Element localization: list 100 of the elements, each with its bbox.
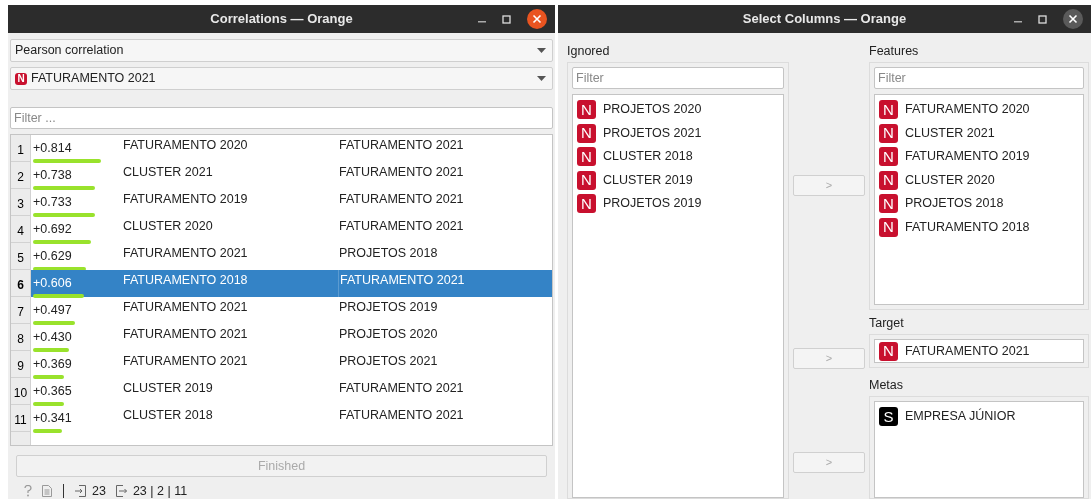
variable-type-icon: N [879,147,898,167]
correlation-bar [33,374,64,379]
variable-item[interactable]: N CLUSTER 2018 [573,145,783,169]
input-icon [75,485,86,497]
row-header[interactable]: 8 [11,324,31,351]
row-header[interactable]: 2 [11,162,31,189]
dropdown-caret-icon [537,48,546,53]
output-summary: 23 | 2 | 11 [132,482,188,499]
row-header[interactable]: 4 [11,216,31,243]
variable-type-icon: N [15,72,27,85]
filter-field[interactable]: Filter [572,67,784,89]
table-cell-text: FATURAMENTO 2021 [338,407,465,424]
row-header[interactable]: 7 [11,297,31,324]
correlation-value: +0.629 [33,248,73,265]
correlation-bar [33,293,84,298]
table-cell: FATURAMENTO 2021 [338,270,552,297]
table-cell-text: PROJETOS 2019 [338,299,439,316]
table-row[interactable]: +0.430 FATURAMENTO 2021 PROJETOS 2020 [31,324,552,351]
table-cell-text: FATURAMENTO 2021 [338,137,465,154]
section-label: Metas [869,377,905,394]
row-header[interactable]: 3 [11,189,31,216]
table-row[interactable]: +0.369 FATURAMENTO 2021 PROJETOS 2021 [31,351,552,378]
section-label: Features [869,43,920,60]
window-title: Select Columns — Orange [742,10,907,29]
variable-item[interactable]: N PROJETOS 2020 [573,98,783,122]
table-cell-text: FATURAMENTO 2021 [123,353,249,370]
variable-type-icon: N [577,147,596,167]
correlation-bar [33,266,86,271]
variable-type-icon: N [879,341,898,361]
variable-item[interactable]: N FATURAMENTO 2018 [875,215,1083,239]
table-row[interactable]: +0.733 FATURAMENTO 2019 FATURAMENTO 2021 [31,189,552,216]
table-row[interactable]: +0.341 CLUSTER 2018 FATURAMENTO 2021 [31,405,552,432]
variable-item[interactable]: N CLUSTER 2021 [875,121,1083,145]
correlation-bar [33,401,64,406]
maximize-icon[interactable] [502,14,511,24]
variable-item[interactable]: N PROJETOS 2019 [573,192,783,216]
table-cell-text: FATURAMENTO 2021 [338,380,465,397]
variable-item[interactable]: N CLUSTER 2019 [573,168,783,192]
table-cell-text: CLUSTER 2019 [123,380,214,397]
variable-type-icon: S [879,407,898,427]
correlation-bar [33,428,62,433]
table-row[interactable]: +0.629 FATURAMENTO 2021 PROJETOS 2018 [31,243,552,270]
correlation-value: +0.814 [33,140,73,157]
filter-field[interactable]: Filter [874,67,1084,89]
variable-item[interactable]: N FATURAMENTO 2019 [875,145,1083,169]
table-cell-text: PROJETOS 2021 [338,353,439,370]
variable-type-icon: N [879,100,898,120]
table-row[interactable]: +0.692 CLUSTER 2020 FATURAMENTO 2021 [31,216,552,243]
table-cell-text: PROJETOS 2018 [338,245,439,262]
variable-type-icon: N [879,170,898,190]
correlation-value: +0.606 [33,275,73,292]
output-icon [115,485,127,497]
table-cell-text: FATURAMENTO 2018 [123,272,249,289]
feature-dropdown[interactable]: N FATURAMENTO 2021 [10,67,553,90]
row-header[interactable]: 9 [11,351,31,378]
correlation-type-dropdown[interactable]: Pearson correlation [10,39,553,62]
variable-type-icon: N [577,123,596,143]
correlation-value: +0.497 [33,302,73,319]
correlation-bar [33,347,70,352]
correlation-bar [33,239,92,244]
row-header[interactable]: 5 [11,243,31,270]
variable-type-icon: N [577,170,596,190]
correlation-value: +0.692 [33,221,73,238]
correlation-value: +0.341 [33,410,73,427]
correlation-bar [33,320,75,325]
maximize-icon[interactable] [1038,14,1047,24]
table-row[interactable]: +0.497 FATURAMENTO 2021 PROJETOS 2019 [31,297,552,324]
variable-type-icon: N [577,100,596,120]
table-cell-text: FATURAMENTO 2021 [338,218,465,235]
table-row[interactable]: +0.365 CLUSTER 2019 FATURAMENTO 2021 [31,378,552,405]
table-cell-text: FATURAMENTO 2021 [338,164,465,181]
table-cell-text: CLUSTER 2021 [123,164,214,181]
close-icon[interactable] [1063,9,1083,29]
row-header[interactable]: 10 [11,378,31,405]
variable-item[interactable]: N FATURAMENTO 2020 [875,98,1083,122]
input-count: 23 [92,482,106,499]
row-header[interactable]: 1 [11,135,31,162]
variable-item[interactable]: N PROJETOS 2018 [875,192,1083,216]
variable-type-icon: N [879,217,898,237]
table-cell-text: CLUSTER 2018 [123,407,214,424]
dropdown-caret-icon [537,76,546,81]
row-header[interactable]: 6 [11,270,31,297]
table-cell-text: FATURAMENTO 2021 [123,299,249,316]
variable-type-icon: N [879,194,898,214]
row-header-background [11,432,31,445]
row-header[interactable]: 11 [11,405,31,432]
close-icon[interactable] [527,9,547,29]
table-row[interactable]: +0.606 FATURAMENTO 2018 FATURAMENTO 2021 [31,270,552,297]
table-row[interactable]: +0.738 CLUSTER 2021 FATURAMENTO 2021 [31,162,552,189]
correlation-value: +0.365 [33,383,73,400]
variable-item[interactable]: N CLUSTER 2020 [875,168,1083,192]
table-cell-text: FATURAMENTO 2021 [123,326,249,343]
correlation-value: +0.733 [33,194,73,211]
filter-field[interactable]: Filter ... [10,107,553,129]
variable-item[interactable]: N PROJETOS 2021 [573,121,783,145]
table-cell-text: CLUSTER 2020 [123,218,214,235]
correlation-value: +0.369 [33,356,73,373]
window-title: Correlations — Orange [210,10,353,29]
table-cell-text: FATURAMENTO 2021 [338,191,465,208]
table-row[interactable]: +0.814 FATURAMENTO 2020 FATURAMENTO 2021 [31,135,552,162]
